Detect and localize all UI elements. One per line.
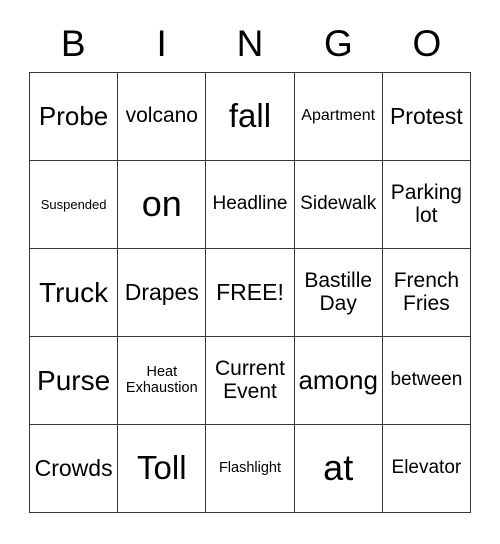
bingo-cell-label: between [390,369,463,391]
bingo-cell-label: Probe [38,100,109,131]
bingo-cell-label: Bastille Day [304,269,373,315]
bingo-cell-r5c2[interactable]: Toll [118,425,207,513]
bingo-cell-label: Sidewalk [300,193,377,215]
bingo-cell-r4c1[interactable]: Purse [30,337,119,425]
bingo-cell-label: among [298,364,378,395]
bingo-cell-label: Truck [39,276,109,308]
bingo-cell-r2c1[interactable]: Suspended [30,161,119,249]
bingo-cell-label: at [323,447,354,489]
bingo-cell-label: Parking lot [390,181,462,227]
bingo-cell-label: on [141,183,182,225]
bingo-header-letter-i: I [156,22,167,64]
bingo-header-letter-b: B [60,22,86,64]
bingo-cell-r5c4[interactable]: at [294,425,383,513]
bingo-cell-label: Headline [212,193,288,215]
bingo-cell-label: Flashlight [218,459,282,476]
bingo-cell-r3c1[interactable]: Truck [30,249,119,337]
bingo-cell-label: fall [228,97,272,135]
bingo-cell-r2c5[interactable]: Parking lot [382,161,471,249]
bingo-cell-r1c5[interactable]: Protest [382,73,471,161]
bingo-cell-label: Apartment [301,107,376,125]
bingo-cell-r4c4[interactable]: among [294,337,383,425]
bingo-cell-free-space[interactable]: FREE! [206,249,295,337]
bingo-cell-r1c1[interactable]: Probe [30,73,119,161]
bingo-cell-r3c2[interactable]: Drapes [118,249,207,337]
bingo-cell-label: Toll [137,449,187,487]
bingo-cell-label: Drapes [124,279,199,306]
bingo-grid: Probe volcano fall Apartment Protest Sus… [29,72,471,513]
bingo-cell-label: French Fries [393,269,460,315]
bingo-cell-r2c2[interactable]: on [118,161,207,249]
bingo-header-letter-o: O [412,22,442,64]
bingo-cell-r3c4[interactable]: Bastille Day [294,249,383,337]
bingo-cell-r1c3[interactable]: fall [206,73,295,161]
bingo-cell-r5c1[interactable]: Crowds [30,425,119,513]
bingo-cell-label: Protest [389,103,463,130]
bingo-cell-r2c3[interactable]: Headline [206,161,295,249]
bingo-cell-r5c3[interactable]: Flashlight [206,425,295,513]
bingo-cell-label: Elevator [391,457,462,479]
bingo-cell-r1c2[interactable]: volcano [118,73,207,161]
bingo-header-letter-n: N [236,22,264,64]
bingo-cell-label: Purse [37,364,111,396]
bingo-header-letter-g: G [324,22,353,64]
bingo-cell-r2c4[interactable]: Sidewalk [294,161,383,249]
bingo-cell-label: Heat Exhaustion [125,364,198,396]
bingo-cell-r5c5[interactable]: Elevator [382,425,471,513]
bingo-cell-label: volcano [125,104,198,128]
bingo-free-space-label: FREE! [216,279,284,306]
bingo-cell-r4c2[interactable]: Heat Exhaustion [118,337,207,425]
bingo-card: B I N G O Probe volcano fall Apartment P… [0,0,500,544]
bingo-cell-r4c5[interactable]: between [382,337,471,425]
bingo-cell-label: Crowds [34,455,113,482]
bingo-cell-r4c3[interactable]: Current Event [206,337,295,425]
bingo-cell-r3c5[interactable]: French Fries [382,249,471,337]
bingo-header-row: B I N G O [29,18,471,68]
bingo-cell-label: Current Event [214,357,285,403]
bingo-cell-label: Suspended [40,196,107,212]
bingo-cell-r1c4[interactable]: Apartment [294,73,383,161]
